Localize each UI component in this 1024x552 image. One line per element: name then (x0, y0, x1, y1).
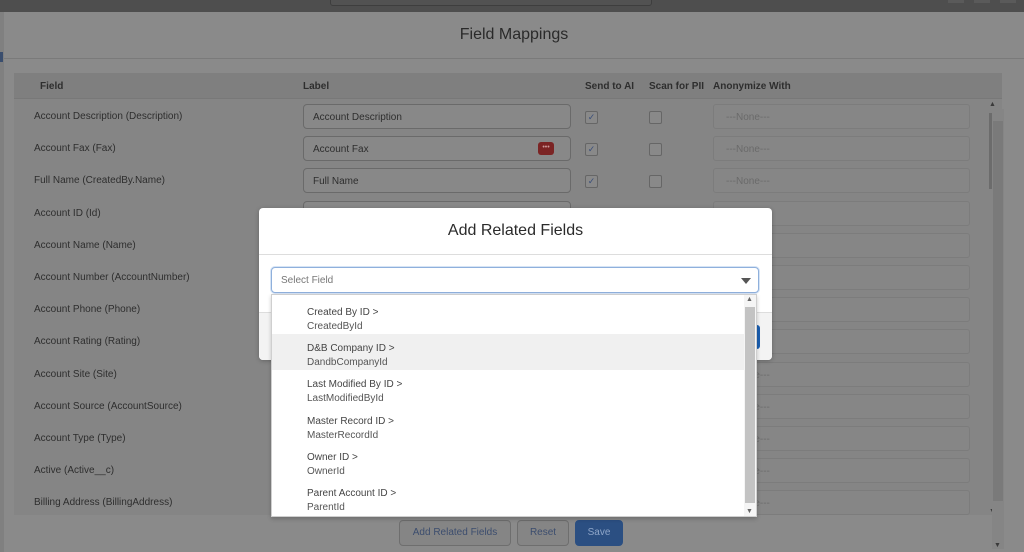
field-name: Account Site (Site) (34, 368, 117, 380)
dropdown-option[interactable]: Parent Account ID > ParentId (272, 479, 745, 515)
anonymize-with-select[interactable]: ---None--- (713, 104, 970, 129)
dropdown-scroll-down-icon[interactable]: ▼ (746, 508, 753, 515)
field-name: Account Fax (Fax) (34, 143, 116, 155)
field-name: Account ID (Id) (34, 207, 101, 219)
modal-primary-button[interactable] (757, 325, 760, 349)
scan-for-pii-checkbox[interactable] (649, 143, 662, 157)
header-send-to-ai: Send to AI (585, 81, 635, 92)
scan-for-pii-checkbox[interactable] (649, 111, 662, 124)
modal-divider (259, 254, 772, 255)
label-input[interactable]: Account Description (303, 104, 571, 129)
send-to-ai-checkbox[interactable]: ✓ (585, 111, 598, 124)
footer-actions: Add Related Fields Reset Save (4, 520, 1024, 550)
dropdown-option[interactable]: Created By ID > CreatedById (272, 298, 745, 334)
field-name: Account Type (Type) (34, 433, 126, 444)
chevron-down-icon[interactable] (741, 278, 751, 284)
option-label: Created By ID > (307, 307, 379, 318)
dropdown-option[interactable]: Last Modified By ID > LastModifiedById (272, 370, 745, 406)
label-input-value: Account Description (313, 112, 402, 123)
field-name: Account Number (AccountNumber) (34, 272, 190, 283)
table-row: Full Name (CreatedBy.Name) Full Name ✓ ---N… (14, 165, 984, 197)
page-scrollbar[interactable]: ▼ (992, 109, 1004, 549)
option-api-name: DandbCompanyId (307, 357, 388, 369)
option-api-name: CreatedById (307, 321, 363, 332)
top-bar-icons (948, 0, 1016, 4)
toolbar-icon[interactable] (974, 0, 990, 3)
table-row: Account Description (Description) Account… (14, 101, 984, 133)
label-input-value: Full Name (313, 176, 359, 188)
anonymize-with-select[interactable]: ---None--- (713, 168, 970, 194)
anonymize-with-select[interactable]: ---None--- (713, 136, 970, 162)
save-button[interactable]: Save (575, 520, 623, 546)
option-api-name: LastModifiedById (307, 393, 384, 405)
toolbar-icon[interactable] (948, 0, 964, 3)
modal-title: Add Related Fields (447, 222, 584, 239)
field-name: Active (Active__c) (34, 465, 115, 477)
toolbar-icon[interactable] (1000, 0, 1016, 3)
sidebar-active-marker (0, 52, 3, 62)
anonymize-with-value: ---None--- (726, 144, 770, 156)
scroll-up-arrow-icon[interactable]: ▲ (989, 101, 996, 108)
option-label: Master Record ID > (307, 415, 394, 427)
field-name: Billing Address (BillingAddress) (34, 497, 173, 509)
send-to-ai-checkbox[interactable]: ✓ (585, 143, 598, 157)
field-name: Account Source (AccountSource) (34, 400, 182, 412)
reset-button[interactable]: Reset (517, 520, 569, 546)
field-name: Account Rating (Rating) (34, 336, 141, 348)
field-name: Account Phone (Phone) (34, 304, 141, 316)
dropdown-option[interactable]: Master Record ID > MasterRecordId (272, 407, 745, 443)
divider (4, 58, 1024, 59)
label-input[interactable]: Account Fax ••• (303, 136, 571, 162)
dropdown-scrollbar[interactable]: ▲ ▼ (744, 295, 756, 516)
option-label: Last Modified By ID > (307, 379, 403, 391)
password-manager-icon[interactable]: ••• (538, 142, 554, 156)
option-api-name: ParentId (307, 502, 345, 513)
select-field-combobox[interactable]: Select Field (271, 267, 759, 293)
label-input[interactable]: Full Name (303, 168, 571, 194)
label-input-value: Account Fax (313, 144, 369, 156)
field-name: Full Name (CreatedBy.Name) (34, 175, 165, 187)
select-field-dropdown: Created By ID > CreatedById D&B Company ID… (271, 294, 757, 517)
field-name: Account Description (Description) (34, 111, 183, 122)
header-scan-for-pii: Scan for PII (649, 81, 705, 92)
top-search-field[interactable] (330, 0, 652, 6)
dropdown-scroll-up-icon[interactable]: ▲ (746, 296, 753, 303)
option-label: Owner ID > (307, 451, 358, 463)
page-title: Field Mappings (459, 26, 569, 43)
option-api-name: MasterRecordId (307, 429, 379, 441)
dropdown-option[interactable]: D&B Company ID > DandbCompanyId (272, 334, 745, 371)
anonymize-with-value: ---None--- (726, 112, 770, 123)
dropdown-scrollbar-thumb[interactable] (745, 307, 755, 503)
select-field-placeholder: Select Field (281, 275, 334, 286)
add-related-fields-button[interactable]: Add Related Fields (399, 520, 511, 546)
dropdown-option[interactable]: Owner ID > OwnerId (272, 443, 745, 479)
table-row: Account Fax (Fax) Account Fax ••• ✓ ---None-… (14, 133, 984, 165)
anonymize-with-value: ---None--- (726, 176, 770, 188)
option-label: Parent Account ID > (307, 488, 397, 499)
header-anonymize-with: Anonymize With (713, 81, 791, 92)
browser-top-bar (0, 0, 1024, 12)
option-api-name: OwnerId (307, 465, 345, 477)
option-label: D&B Company ID > (307, 343, 395, 355)
header-label: Label (303, 81, 330, 92)
send-to-ai-checkbox[interactable]: ✓ (585, 175, 598, 189)
page-scrollbar-thumb[interactable] (993, 121, 1003, 501)
scan-for-pii-checkbox[interactable] (649, 175, 662, 189)
header-field: Field (40, 81, 64, 92)
table-header: Field Label Send to AI Scan for PII Anon… (14, 73, 1002, 99)
field-name: Account Name (Name) (34, 239, 136, 251)
